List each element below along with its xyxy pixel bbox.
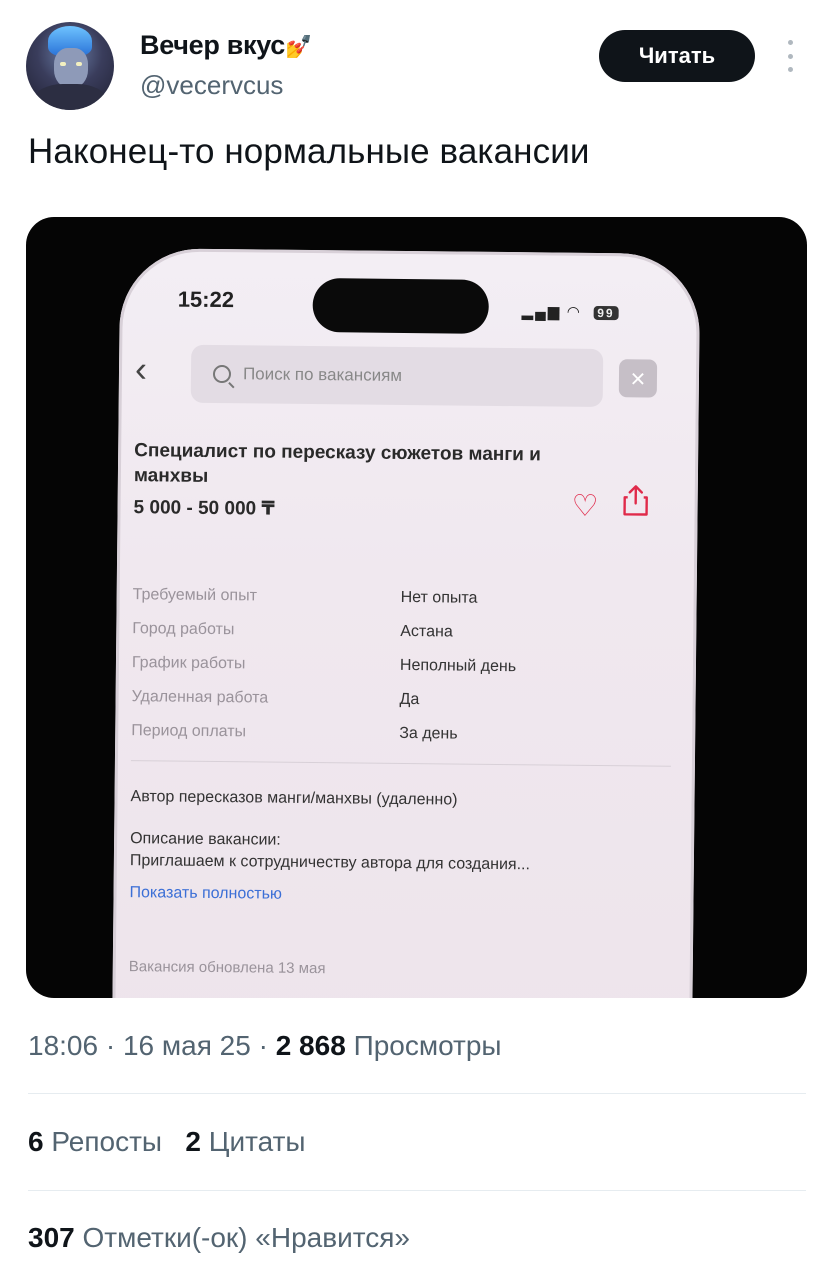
heart-icon: ♡ xyxy=(571,489,599,524)
updated-date: Вакансия обновлена 13 мая xyxy=(128,958,326,978)
spec-row: Период оплаты За день xyxy=(131,714,651,753)
spec-value: Неполный день xyxy=(399,656,517,676)
search-icon xyxy=(212,364,232,384)
description-text: Приглашаем к сотрудничеству автора для с… xyxy=(129,852,531,874)
spec-row: Требуемый опыт Нет опыта xyxy=(132,578,652,617)
signal-icon: ▂▄▆ xyxy=(521,303,562,321)
spec-row: Город работы Астана xyxy=(132,612,652,651)
views-label: Просмотры xyxy=(353,1030,502,1061)
job-title: Специалист по пересказу сюжетов манги и … xyxy=(133,440,541,487)
tweet-time[interactable]: 18:06 xyxy=(28,1030,98,1061)
job-salary: 5 000 - 50 000 ₸ xyxy=(133,497,275,520)
quotes-link[interactable]: 2 Цитаты xyxy=(185,1126,305,1157)
reposts-count: 6 xyxy=(28,1126,44,1157)
wifi-icon: ◠ xyxy=(567,303,582,321)
divider xyxy=(28,1093,806,1094)
phone-time: 15:22 xyxy=(177,286,235,313)
avatar-face xyxy=(54,48,88,88)
avatar-body xyxy=(34,84,106,110)
share-icon xyxy=(623,485,648,516)
phone-screenshot: 15:22 ▂▄▆ ◠ 99 ‹ Поиск по вакансиям × Сп… xyxy=(111,247,701,998)
avatar[interactable] xyxy=(26,22,114,110)
tweet-header: Вечер вкус💅 @vecervcus Читать xyxy=(0,0,832,120)
spec-label: Требуемый опыт xyxy=(132,586,258,605)
close-icon: × xyxy=(618,359,658,398)
spec-row: Удаленная работа Да xyxy=(131,680,651,719)
spec-value: Да xyxy=(399,690,420,709)
quotes-label: Цитаты xyxy=(208,1126,306,1157)
divider xyxy=(130,760,671,767)
battery-icon: 99 xyxy=(593,305,619,321)
dynamic-island xyxy=(312,278,489,334)
quotes-count: 2 xyxy=(185,1126,201,1157)
reposts-label: Репосты xyxy=(51,1126,163,1157)
job-specs: Требуемый опыт Нет опыта Город работы Ас… xyxy=(131,578,653,753)
description-label: Описание вакансии: xyxy=(130,830,281,849)
tweet-meta: 18:06 · 16 мая 25 · 2 868 Просмотры xyxy=(28,1030,502,1061)
avatar-eye-left xyxy=(60,62,66,66)
tweet-text: Наконец-то нормальные вакансии xyxy=(28,132,590,171)
author-handle[interactable]: @vecervcus xyxy=(140,70,283,101)
reposts-link[interactable]: 6 Репосты xyxy=(28,1126,162,1157)
tweet-date[interactable]: 16 мая 25 xyxy=(123,1030,251,1061)
job-subtitle: Автор пересказов манги/манхвы (удаленно) xyxy=(130,788,458,809)
tweet-media-photo[interactable]: 15:22 ▂▄▆ ◠ 99 ‹ Поиск по вакансиям × Сп… xyxy=(26,217,807,998)
spec-label: Город работы xyxy=(132,620,235,639)
spec-row: График работы Неполный день xyxy=(132,646,652,685)
follow-button[interactable]: Читать xyxy=(599,30,755,82)
repost-quote-stats: 6 Репосты 2 Цитаты xyxy=(28,1126,306,1158)
search-placeholder: Поиск по вакансиям xyxy=(242,364,403,385)
likes-count: 307 xyxy=(28,1222,75,1253)
author-name[interactable]: Вечер вкус💅 xyxy=(140,30,312,61)
nail-polish-emoji-icon: 💅 xyxy=(285,34,313,59)
spec-value: Астана xyxy=(400,622,453,641)
show-more-link: Показать полностью xyxy=(129,884,283,903)
spec-value: Нет опыта xyxy=(400,588,478,607)
views-count: 2 868 xyxy=(275,1030,346,1061)
likes-label: Отметки(-ок) «Нравится» xyxy=(82,1222,410,1253)
spec-label: Период оплаты xyxy=(131,722,247,741)
divider xyxy=(28,1190,806,1191)
author-name-text: Вечер вкус xyxy=(140,30,285,60)
status-bar-icons: ▂▄▆ ◠ 99 xyxy=(522,302,619,321)
likes-link[interactable]: 307 Отметки(-ок) «Нравится» xyxy=(28,1222,410,1254)
spec-value: За день xyxy=(399,724,458,743)
back-chevron-icon: ‹ xyxy=(134,348,148,390)
job-search-input: Поиск по вакансиям xyxy=(190,344,604,408)
avatar-eye-right xyxy=(76,62,82,66)
more-vertical-icon[interactable] xyxy=(782,40,798,72)
spec-label: Удаленная работа xyxy=(131,688,269,707)
spec-label: График работы xyxy=(131,654,246,673)
